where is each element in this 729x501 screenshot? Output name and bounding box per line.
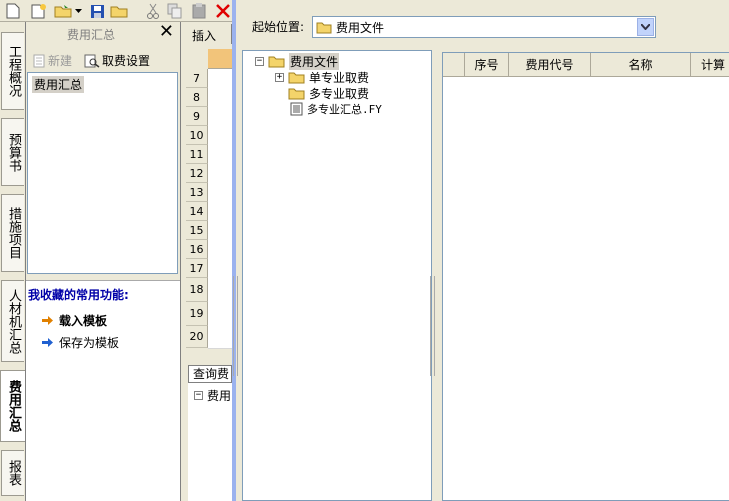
new-icon — [33, 54, 45, 67]
favorites-panel: 我收藏的常用功能: 载入模板 保存为模板 — [26, 280, 180, 501]
tab-budget[interactable]: 预算书 — [1, 118, 24, 186]
row-number: 9 — [186, 107, 208, 126]
tab-project-overview[interactable]: 工程概况 — [1, 32, 24, 110]
query-tree: − 费用 — [188, 383, 232, 501]
expand-icon[interactable]: + — [275, 72, 284, 82]
grid-toolbar: 插入 — [186, 24, 232, 44]
tab-labor-material[interactable]: 人材机汇总 — [1, 280, 24, 362]
row-number: 11 — [186, 145, 208, 164]
delete-icon[interactable] — [214, 2, 232, 20]
chevron-down-icon[interactable] — [637, 18, 654, 36]
tree-item-multi[interactable]: 多专业取费 — [288, 85, 369, 101]
row-number: 7 — [186, 69, 208, 88]
paste-icon[interactable] — [190, 2, 208, 20]
query-tree-label: 费用 — [207, 388, 232, 403]
origin-select[interactable]: 费用文件 — [312, 16, 656, 38]
splitter-handle-left[interactable] — [233, 276, 238, 376]
save-template-label: 保存为模板 — [59, 336, 120, 350]
row-number: 12 — [186, 164, 208, 183]
panel-title: 费用汇总 — [66, 28, 115, 42]
row-number: 17 — [186, 259, 208, 278]
new-doc-icon[interactable] — [30, 2, 48, 20]
row-number: 13 — [186, 183, 208, 202]
arrow-right-icon — [42, 316, 53, 325]
row-number: 8 — [186, 88, 208, 107]
template-dialog: 起始位置: 费用文件 − 费用文件 + 单专业取费 多专业取费 多专业汇总.FY — [232, 0, 729, 501]
close-icon[interactable]: ✕ — [159, 23, 174, 41]
row-number: 16 — [186, 240, 208, 259]
tree-label: 单专业取费 — [309, 70, 370, 85]
settings-magnifier-icon — [84, 54, 100, 68]
file-icon — [290, 102, 303, 116]
vertical-tab-strip: 工程概况 预算书 措施项目 人材机汇总 费用汇总 报表 — [0, 22, 26, 501]
query-tree-item[interactable]: − 费用 — [194, 387, 231, 403]
arrow-right-icon — [42, 338, 53, 347]
row-number: 10 — [186, 126, 208, 145]
folder-icon — [288, 72, 305, 84]
fee-settings-button[interactable]: 取费设置 — [84, 52, 150, 69]
tab-measures[interactable]: 措施项目 — [1, 194, 24, 272]
table-header: 序号 费用代号 名称 计算 — [443, 53, 729, 77]
list-item[interactable]: 费用汇总 — [32, 76, 85, 93]
folder-icon — [288, 88, 305, 100]
folder-icon — [316, 22, 332, 33]
insert-button[interactable]: 插入 — [192, 27, 216, 44]
panel-header: 费用汇总 ✕ — [26, 22, 180, 44]
column-header-blank — [443, 53, 465, 77]
tab-reports[interactable]: 报表 — [1, 450, 24, 496]
tree-item-file[interactable]: 多专业汇总.FY — [290, 101, 382, 117]
fee-list: 费用汇总 — [27, 72, 178, 274]
collapse-icon[interactable]: − — [255, 56, 264, 66]
cut-icon[interactable] — [144, 2, 162, 20]
fee-summary-panel: 费用汇总 ✕ 新建 取费设置 费用汇总 我收藏的常用功能: 载入模板 保存为模板 — [26, 22, 180, 501]
origin-value: 费用文件 — [336, 20, 385, 35]
column-header-name[interactable]: 名称 — [591, 53, 691, 77]
row-number: 18 — [186, 278, 208, 302]
main-toolbar — [0, 0, 240, 22]
file-tree: − 费用文件 + 单专业取费 多专业取费 多专业汇总.FY — [242, 50, 432, 501]
folder-open-icon — [268, 56, 285, 68]
column-header-index[interactable]: 序号 — [465, 53, 509, 77]
row-number: 20 — [186, 326, 208, 348]
open-folder-icon[interactable] — [54, 2, 72, 20]
tree-item-single[interactable]: + 单专业取费 — [275, 69, 369, 85]
tree-label: 费用文件 — [289, 52, 340, 70]
load-template-label: 载入模板 — [59, 314, 108, 328]
save-template-link[interactable]: 保存为模板 — [42, 334, 119, 351]
collapse-icon[interactable]: − — [194, 390, 203, 400]
new-file-icon[interactable] — [4, 2, 22, 20]
favorites-title: 我收藏的常用功能: — [28, 288, 129, 302]
tree-item-root[interactable]: − 费用文件 — [255, 52, 340, 70]
column-header-code[interactable]: 费用代号 — [509, 53, 591, 77]
column-header-calc[interactable]: 计算 — [691, 53, 729, 77]
new-button[interactable]: 新建 — [32, 52, 72, 69]
tree-label: 多专业取费 — [309, 86, 370, 101]
chevron-down-icon[interactable] — [74, 2, 82, 20]
save-icon[interactable] — [88, 2, 106, 20]
tab-fee-summary[interactable]: 费用汇总 — [0, 370, 25, 442]
splitter-handle[interactable] — [430, 276, 435, 376]
panel-toolbar: 新建 取费设置 — [26, 50, 180, 70]
copy-icon[interactable] — [166, 2, 184, 20]
origin-label: 起始位置: — [252, 20, 305, 34]
row-number: 15 — [186, 221, 208, 240]
row-number: 14 — [186, 202, 208, 221]
row-number: 19 — [186, 302, 208, 326]
folder-save-icon[interactable] — [110, 2, 128, 20]
tree-label: 多专业汇总.FY — [307, 103, 382, 116]
grid-header-cell — [208, 49, 232, 69]
fee-table: 序号 费用代号 名称 计算 — [442, 52, 729, 501]
new-button-label: 新建 — [48, 54, 73, 68]
load-template-link[interactable]: 载入模板 — [42, 312, 107, 329]
fee-settings-label: 取费设置 — [102, 54, 151, 68]
grid-cells[interactable] — [208, 69, 232, 349]
query-tab[interactable]: 查询费 — [188, 365, 232, 383]
